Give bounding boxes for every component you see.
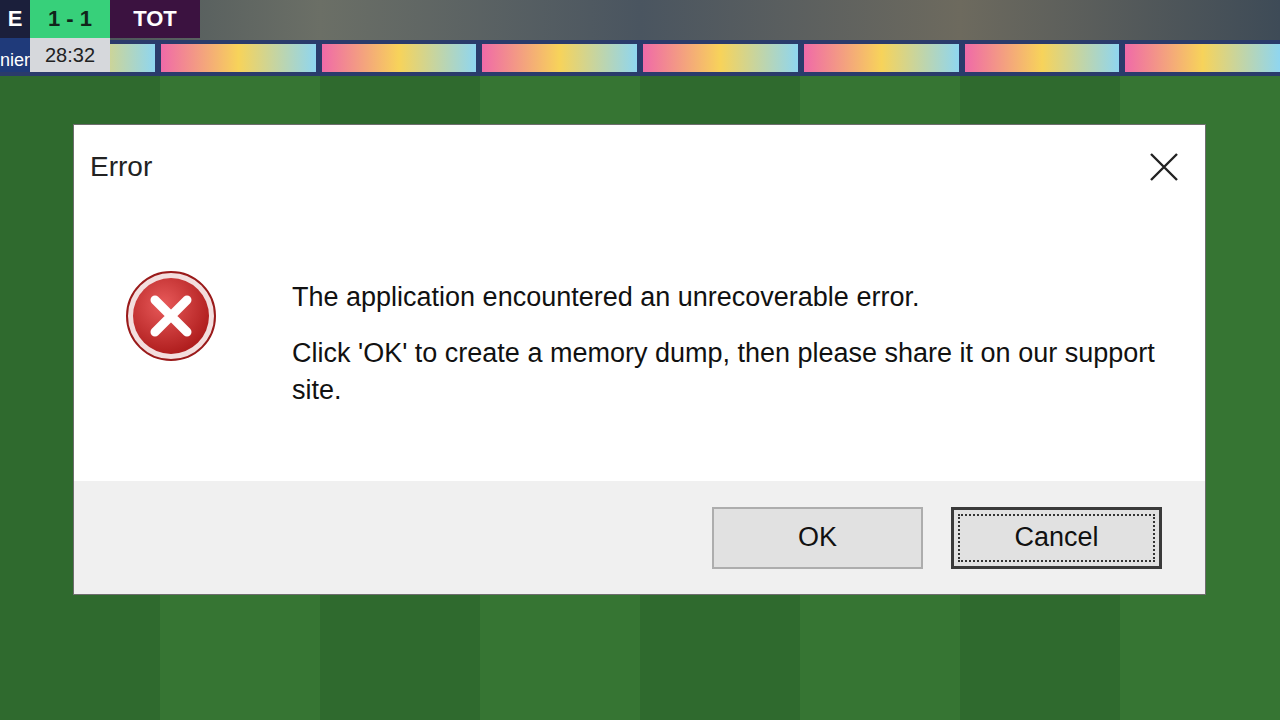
dialog-title: Error xyxy=(90,151,152,183)
match-clock: 28:32 xyxy=(30,38,110,72)
dialog-button[interactable]: OK xyxy=(712,507,923,569)
game-screen: E1 - 1TOT nier28:32 Error The application e… xyxy=(0,0,1280,720)
error-dialog: Error The application encountered an unre… xyxy=(73,124,1206,595)
error-detail: Click 'OK' to create a memory dump, then… xyxy=(292,335,1165,408)
scoreboard: E1 - 1TOT nier28:32 xyxy=(0,0,200,72)
ad-board xyxy=(322,44,477,72)
ad-board xyxy=(482,44,637,72)
away-team: TOT xyxy=(110,0,200,38)
score: 1 - 1 xyxy=(30,0,110,38)
error-message: The application encountered an unrecover… xyxy=(292,279,1165,315)
ticker: nier xyxy=(0,38,30,72)
dialog-button[interactable]: Cancel xyxy=(951,507,1162,569)
ad-board xyxy=(161,44,316,72)
advertising-boards xyxy=(0,40,1280,76)
ad-board xyxy=(804,44,959,72)
ad-board xyxy=(965,44,1120,72)
error-icon xyxy=(124,269,218,363)
close-icon[interactable] xyxy=(1147,150,1181,184)
ad-board xyxy=(643,44,798,72)
button-bar: OK Cancel xyxy=(74,481,1205,594)
home-team: E xyxy=(0,0,30,38)
dialog-body: The application encountered an unrecover… xyxy=(74,195,1205,481)
title-bar: Error xyxy=(74,125,1205,195)
ad-board xyxy=(1125,44,1280,72)
